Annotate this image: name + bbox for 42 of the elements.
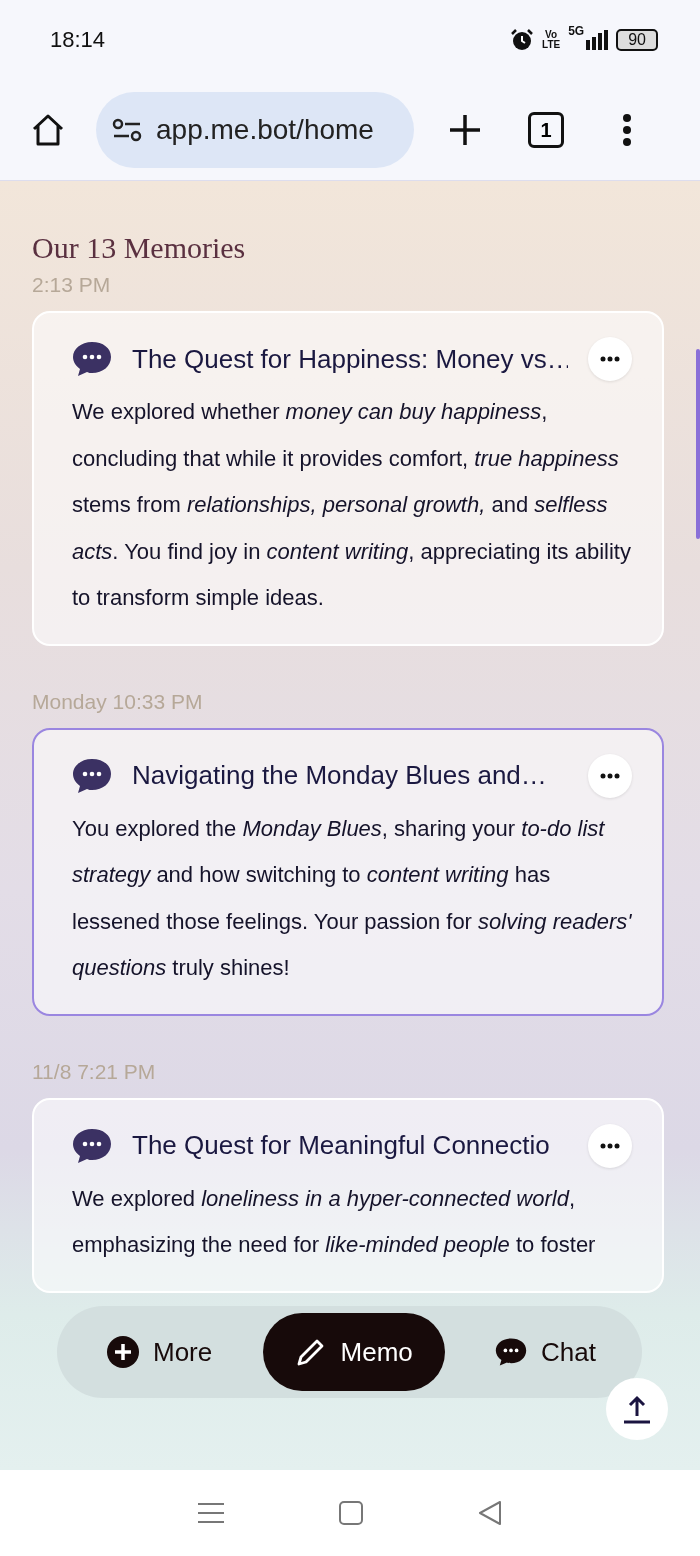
memory-summary: We explored whether money can buy happiness, concluding that while it provides comfort, true happiness stems from relationships, personal growth, and selfless acts. You find joy in content writing, appreciating its ability to transform simple ideas. <box>72 398 632 612</box>
network-label: 5G <box>568 24 585 38</box>
address-bar[interactable]: app.me.bot/home <box>96 92 414 168</box>
scrollbar[interactable] <box>696 349 700 539</box>
more-icon <box>600 356 620 362</box>
volte-label: Vo LTE <box>542 30 561 50</box>
menu-icon[interactable] <box>622 113 632 147</box>
upload-icon <box>623 1394 651 1424</box>
home-icon[interactable] <box>30 112 66 148</box>
alarm-icon <box>510 28 535 52</box>
memory-time: 2:13 PM <box>32 273 112 297</box>
battery-level: 90 <box>616 29 658 51</box>
chat-icon <box>72 1126 112 1165</box>
memory-card[interactable] <box>32 727 664 1016</box>
plus-icon <box>107 1336 139 1368</box>
chat-icon <box>72 340 112 378</box>
home-button-icon[interactable] <box>339 1501 363 1525</box>
memory-card[interactable]: The Quest for Meaningful Connectio We explored loneliness in a hyper-connected world, emphasizing the need for like-minded people to foster <box>32 1097 664 1293</box>
memory-time: Monday 10:33 PM <box>32 689 204 714</box>
nav-tab[interactable]: More <box>107 1313 213 1391</box>
site-settings-icon[interactable] <box>112 118 142 142</box>
page-heading: Our 13 Memories <box>32 231 247 265</box>
more-options-button[interactable] <box>588 337 632 381</box>
recent-apps-icon[interactable] <box>197 1502 224 1524</box>
memory-title: The Quest for Meaningful Connectio <box>132 1130 551 1161</box>
more-icon <box>600 772 620 779</box>
back-icon[interactable] <box>478 1501 503 1525</box>
status-time: 18:14 <box>50 27 106 53</box>
chat-icon <box>495 1336 528 1368</box>
memory-summary: You explored the Monday Blues, sharing your to-do list strategy and how switching to content writing has lessened those feelings. Your passion for solving readers' questions truly shines! <box>72 814 632 982</box>
memory-summary: We explored loneliness in a hyper-connected world, emphasizing the need for like-minded people to foster <box>72 1184 597 1259</box>
chat-icon <box>72 756 112 795</box>
new-tab-icon[interactable] <box>448 113 482 147</box>
memory-title: Navigating the Monday Blues and… <box>132 760 548 791</box>
more-options-button[interactable] <box>588 1123 632 1168</box>
tab-count-button[interactable]: 1 <box>528 112 564 148</box>
more-options-button[interactable] <box>588 753 632 798</box>
nav-tab[interactable]: Chat <box>495 1313 596 1391</box>
memory-time: 11/8 7:21 PM <box>32 1059 157 1084</box>
more-icon <box>600 1142 620 1149</box>
signal-icon <box>586 30 609 50</box>
nav-tab[interactable]: Memo <box>262 1313 445 1391</box>
